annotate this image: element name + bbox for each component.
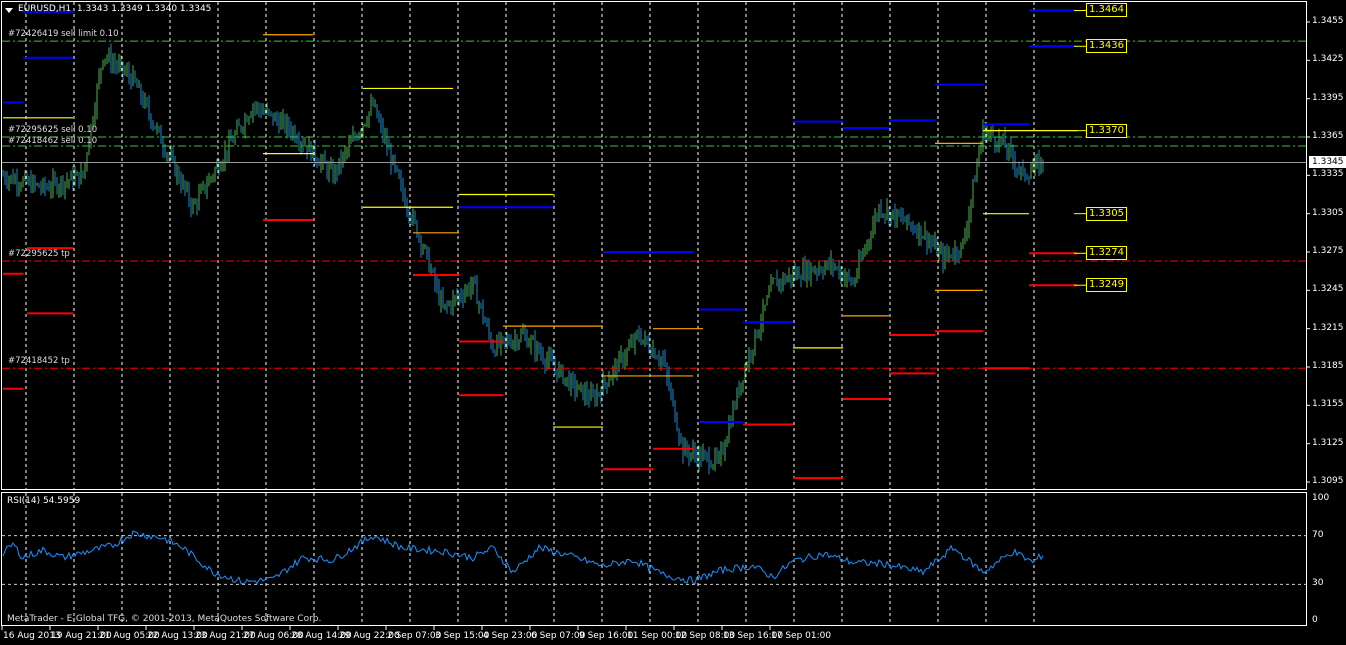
rsi-tick-label: 70 <box>1312 529 1324 540</box>
y-tick-label: 1.3305 <box>1312 207 1344 218</box>
order-label: #72426419 sell limit 0.10 <box>8 29 119 40</box>
symbol: EURUSD,H1 <box>18 4 72 14</box>
rsi-label: RSI(14) 54.5959 <box>7 496 81 506</box>
menu-triangle-icon[interactable] <box>5 8 13 13</box>
y-tick-label: 1.3335 <box>1312 169 1344 180</box>
rsi-tick-label: 0 <box>1312 615 1318 625</box>
y-tick-label: 1.3125 <box>1312 437 1344 448</box>
x-tick-label: 6 Sep 07:00 <box>531 631 586 641</box>
y-tick-label: 1.3275 <box>1312 246 1344 256</box>
rsi-tick-label: 30 <box>1312 578 1324 589</box>
rsi-pane-border <box>1 492 1307 626</box>
order-label: #72418462 sell 0.10 <box>8 135 98 146</box>
x-tick-label: 2 Sep 07:00 <box>387 631 442 641</box>
y-tick-label: 1.3245 <box>1312 284 1344 295</box>
price-tag: 1.3274 <box>1086 246 1127 261</box>
chart-header: EURUSD,H1 1.3343 1.3349 1.3340 1.3345 <box>18 4 211 14</box>
order-label: #72418452 tp <box>8 356 70 367</box>
price-tag: 1.3464 <box>1086 3 1127 18</box>
rsi-line <box>2 530 1044 585</box>
y-tick-label: 1.3395 <box>1312 92 1344 103</box>
price-tag: 1.3305 <box>1086 206 1127 221</box>
x-tick-label: 4 Sep 23:00 <box>483 631 538 641</box>
price-tag: 1.3436 <box>1086 39 1127 54</box>
copyright: MetaTrader - E-Global TFG, © 2001-2013, … <box>7 614 322 624</box>
order-label: #72295625 sell 0.10 <box>8 125 98 135</box>
y-tick-label: 1.3215 <box>1312 322 1344 333</box>
price-tag: 1.3370 <box>1086 123 1127 138</box>
order-label: #72295625 tp <box>8 248 70 259</box>
y-tick-label: 1.3455 <box>1312 16 1344 26</box>
rsi-tick-label: 100 <box>1312 493 1330 503</box>
y-tick-label: 1.3365 <box>1312 131 1344 141</box>
x-tick-label: 3 Sep 15:00 <box>435 631 490 641</box>
ohlc: 1.3343 1.3349 1.3340 1.3345 <box>76 4 212 14</box>
price-tag: 1.3249 <box>1086 278 1127 293</box>
y-tick-label: 1.3425 <box>1312 54 1344 65</box>
y-tick-label: 1.3095 <box>1312 476 1344 486</box>
x-tick-label: 17 Sep 01:00 <box>771 631 832 641</box>
y-tick-label: 1.3185 <box>1312 361 1344 371</box>
current-price-label: 1.3345 <box>1309 156 1346 168</box>
y-tick-label: 1.3155 <box>1312 399 1344 410</box>
x-tick-label: 9 Sep 16:00 <box>579 631 634 641</box>
price-chart[interactable] <box>0 0 1346 645</box>
